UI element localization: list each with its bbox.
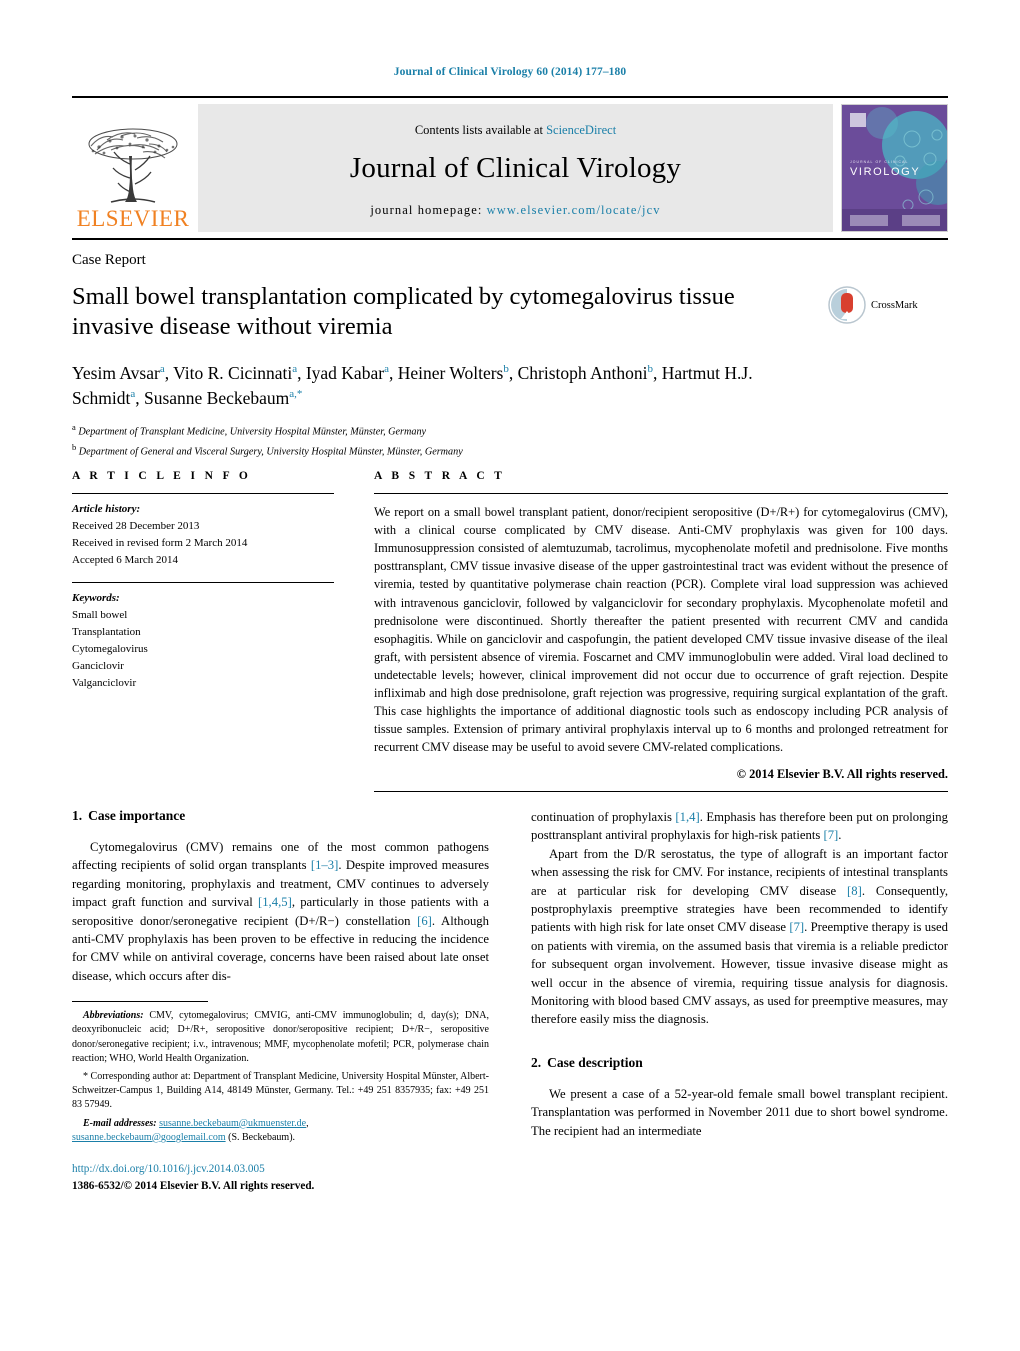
section-heading-case-description: 2. Case description <box>531 1055 948 1071</box>
history-item: Accepted 6 March 2014 <box>72 554 178 567</box>
section-number: 1. <box>72 808 83 823</box>
crossmark-icon <box>828 286 866 324</box>
svg-text:JOURNAL OF CLINICAL: JOURNAL OF CLINICAL <box>850 160 908 164</box>
email-link-secondary[interactable]: susanne.beckebaum@googlemail.com <box>72 1132 226 1143</box>
section-heading-case-importance: 1. Case importance <box>72 808 489 824</box>
footnote-block: Abbreviations: CMV, cytomegalovirus; CMV… <box>72 1009 489 1145</box>
info-abstract-block: A R T I C L E I N F O Article history: R… <box>72 470 948 792</box>
keywords-block: Keywords: Small bowel Transplantation Cy… <box>72 583 334 692</box>
masthead-bottom-rule <box>72 238 948 240</box>
affiliation-text: Department of Transplant Medicine, Unive… <box>78 426 427 438</box>
cover-artwork: JOURNAL OF CLINICAL VIROLOGY <box>842 105 947 231</box>
abstract-heading: A B S T R A C T <box>374 470 506 482</box>
article-history: Article history: Received 28 December 20… <box>72 494 334 569</box>
paragraph: Cytomegalovirus (CMV) remains one of the… <box>72 840 490 983</box>
sciencedirect-link[interactable]: ScienceDirect <box>546 123 616 137</box>
contents-prefix: Contents lists available at <box>414 122 547 137</box>
article-type: Case Report <box>72 252 146 268</box>
running-head: Journal of Clinical Virology 60 (2014) 1… <box>393 66 627 78</box>
history-item: Received in revised form 2 March 2014 <box>72 537 248 550</box>
footnote-rule <box>72 1001 208 1003</box>
abstract-column: A B S T R A C T We report on a small bow… <box>356 470 948 792</box>
affiliation-list: a Department of Transplant Medicine, Uni… <box>72 421 948 459</box>
paragraph: Apart from the D/R serostatus, the type … <box>531 846 949 1027</box>
body-column-right: continuation of prophylaxis [1,4]. Empha… <box>531 808 948 1195</box>
abbreviations-note: Abbreviations: CMV, cytomegalovirus; CMV… <box>72 1009 489 1066</box>
doi-block: http://dx.doi.org/10.1016/j.jcv.2014.03.… <box>72 1161 489 1195</box>
page-title: Small bowel transplantation complicated … <box>72 283 735 341</box>
contents-available-line: Contents lists available at ScienceDirec… <box>415 123 616 138</box>
homepage-label: journal homepage: <box>370 202 487 217</box>
email-note: E-mail addresses: susanne.beckebaum@ukmu… <box>72 1117 309 1143</box>
abstract-copyright: © 2014 Elsevier B.V. All rights reserved… <box>736 766 948 781</box>
article-info-heading: A R T I C L E I N F O <box>72 470 252 482</box>
abstract-text: We report on a small bowel transplant pa… <box>374 505 948 755</box>
masthead-center: Contents lists available at ScienceDirec… <box>198 104 833 232</box>
article-history-label: Article history: <box>72 503 141 515</box>
keyword-item: Cytomegalovirus <box>72 643 148 656</box>
crossmark-label: CrossMark <box>871 299 918 311</box>
paragraph: continuation of prophylaxis [1,4]. Empha… <box>531 810 948 843</box>
journal-homepage-line: journal homepage: www.elsevier.com/locat… <box>370 203 660 218</box>
keyword-item: Valganciclovir <box>72 677 137 690</box>
body-columns: 1. Case importance Cytomegalovirus (CMV) … <box>72 808 948 1195</box>
email-attribution: (S. Beckebaum). <box>225 1131 296 1143</box>
svg-text:VIROLOGY: VIROLOGY <box>850 166 920 178</box>
homepage-link[interactable]: www.elsevier.com/locate/jcv <box>487 203 661 217</box>
keyword-item: Transplantation <box>72 626 141 639</box>
journal-title: Journal of Clinical Virology <box>349 151 682 184</box>
email-label: E-mail addresses: <box>83 1117 157 1129</box>
article-info-column: A R T I C L E I N F O Article history: R… <box>72 470 356 792</box>
section-title: Case description <box>547 1054 643 1070</box>
email-link-primary[interactable]: susanne.beckebaum@ukmuenster.de <box>159 1118 306 1129</box>
abstract-bottom-rule <box>374 790 948 792</box>
crossmark-badge[interactable]: CrossMark <box>828 282 948 324</box>
body-column-left: 1. Case importance Cytomegalovirus (CMV) … <box>72 808 489 1195</box>
affiliation-marker: a <box>72 422 76 433</box>
keyword-item: Small bowel <box>72 609 128 622</box>
keywords-label: Keywords: <box>72 592 120 605</box>
doi-link[interactable]: http://dx.doi.org/10.1016/j.jcv.2014.03.… <box>72 1161 489 1178</box>
elsevier-logo: ELSEVIER <box>72 104 194 232</box>
elsevier-tree-icon <box>88 128 178 203</box>
affiliation-text: Department of General and Visceral Surge… <box>78 446 463 457</box>
keyword-item: Ganciclovir <box>72 660 124 673</box>
abbreviations-label: Abbreviations: <box>83 1010 144 1022</box>
article-header: Case Report Small bowel transplantation … <box>72 252 948 460</box>
affiliation-item: b Department of General and Visceral Sur… <box>72 441 948 460</box>
author-list: Yesim Avsara, Vito R. Cicinnatia, Iyad K… <box>72 362 753 408</box>
affiliation-item: a Department of Transplant Medicine, Uni… <box>72 421 948 440</box>
issn-copyright-line: 1386-6532/© 2014 Elsevier B.V. All right… <box>72 1179 315 1192</box>
section-title: Case importance <box>88 808 186 823</box>
journal-masthead: ELSEVIER Contents lists available at Sci… <box>72 96 948 240</box>
history-item: Received 28 December 2013 <box>72 520 200 533</box>
section-number: 2. <box>531 1054 542 1070</box>
paper-page: Journal of Clinical Virology 60 (2014) 1… <box>0 0 1020 1351</box>
paragraph: We present a case of a 52-year-old femal… <box>531 1086 948 1138</box>
elsevier-wordmark: ELSEVIER <box>76 206 190 231</box>
corresponding-author-note: * Corresponding author at: Department of… <box>72 1071 489 1111</box>
affiliation-marker: b <box>72 441 77 452</box>
journal-cover-thumbnail: JOURNAL OF CLINICAL VIROLOGY <box>841 104 948 232</box>
